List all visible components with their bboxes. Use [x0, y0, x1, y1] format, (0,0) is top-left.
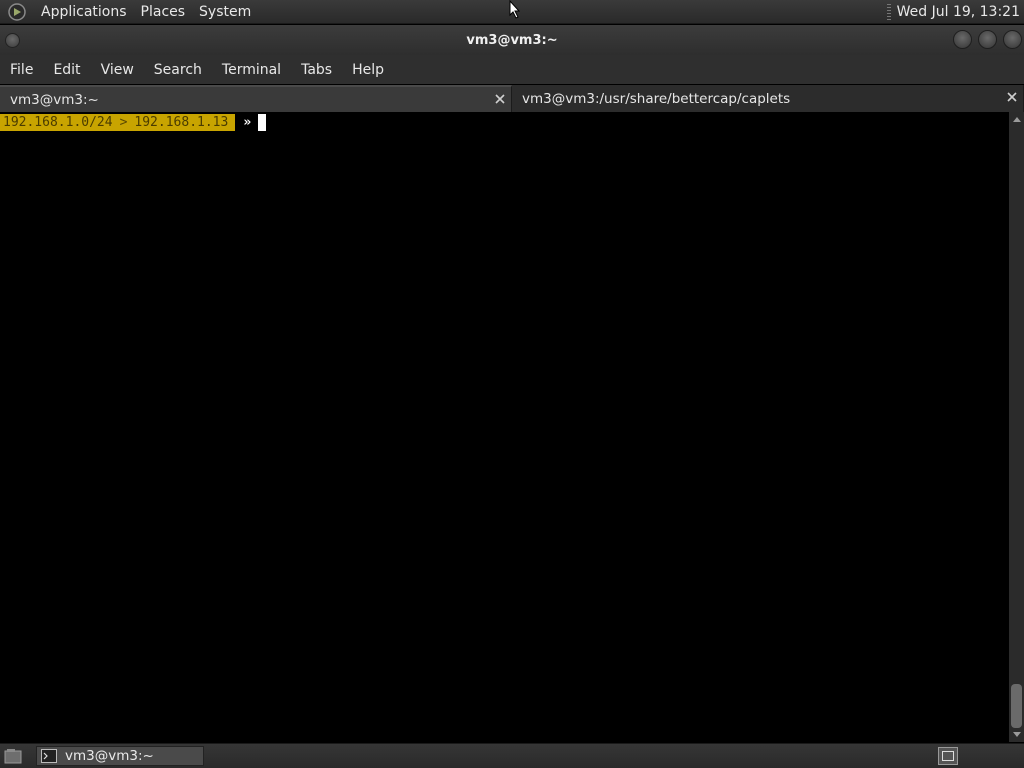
prompt-line: 192.168.1.0/24 >192.168.1.13 » — [0, 114, 267, 131]
text-cursor — [258, 114, 267, 131]
menu-help[interactable]: Help — [342, 62, 394, 78]
scroll-thumb[interactable] — [1011, 684, 1022, 728]
app-logo-icon[interactable] — [6, 1, 28, 23]
menu-terminal[interactable]: Terminal — [212, 62, 291, 78]
prompt-separator: > — [119, 115, 128, 130]
maximize-button[interactable] — [978, 30, 997, 49]
menu-view[interactable]: View — [91, 62, 144, 78]
tab-bar: vm3@vm3:~ vm3@vm3:/usr/share/bettercap/c… — [0, 85, 1024, 112]
scroll-down-icon[interactable] — [1009, 728, 1024, 742]
taskbar-item-terminal[interactable]: vm3@vm3:~ — [36, 746, 204, 766]
panel-separator — [886, 3, 891, 20]
bottom-panel: vm3@vm3:~ — [0, 743, 1024, 768]
system-menu[interactable]: System — [192, 4, 258, 20]
places-menu[interactable]: Places — [134, 4, 193, 20]
tab-caplets[interactable]: vm3@vm3:/usr/share/bettercap/caplets — [512, 85, 1024, 112]
clock[interactable]: Wed Jul 19, 13:21 — [897, 4, 1024, 20]
vertical-scrollbar[interactable] — [1009, 112, 1024, 742]
taskbar-item-label: vm3@vm3:~ — [65, 748, 154, 764]
tab-label: vm3@vm3:/usr/share/bettercap/caplets — [522, 90, 791, 107]
terminal-icon — [41, 749, 57, 763]
menu-file[interactable]: File — [0, 62, 43, 78]
terminal-area[interactable]: 192.168.1.0/24 >192.168.1.13 » — [0, 112, 1009, 742]
applications-menu[interactable]: Applications — [34, 4, 134, 20]
mouse-pointer-icon — [509, 0, 521, 19]
prompt-box: 192.168.1.0/24 >192.168.1.13 — [0, 114, 236, 131]
prompt-subnet: 192.168.1.0/24 — [3, 115, 113, 130]
close-window-button[interactable] — [1003, 30, 1022, 49]
menubar: File Edit View Search Terminal Tabs Help — [0, 55, 1024, 84]
prompt-host: 192.168.1.13 — [134, 115, 229, 130]
minimize-button[interactable] — [953, 30, 972, 49]
window-titlebar[interactable]: vm3@vm3:~ — [0, 25, 1024, 55]
workspace-icon[interactable] — [938, 747, 958, 765]
prompt-arrow: » — [243, 115, 252, 130]
menu-tabs[interactable]: Tabs — [291, 62, 342, 78]
close-icon[interactable] — [1005, 90, 1019, 104]
tab-home[interactable]: vm3@vm3:~ — [0, 85, 512, 112]
show-desktop-icon[interactable] — [2, 746, 24, 766]
scroll-up-icon[interactable] — [1009, 112, 1024, 126]
tab-label: vm3@vm3:~ — [10, 91, 99, 108]
window-title: vm3@vm3:~ — [466, 32, 558, 48]
menu-search[interactable]: Search — [144, 62, 212, 78]
window-menu-button[interactable] — [5, 33, 20, 48]
menu-edit[interactable]: Edit — [43, 62, 90, 78]
close-icon[interactable] — [493, 92, 507, 106]
